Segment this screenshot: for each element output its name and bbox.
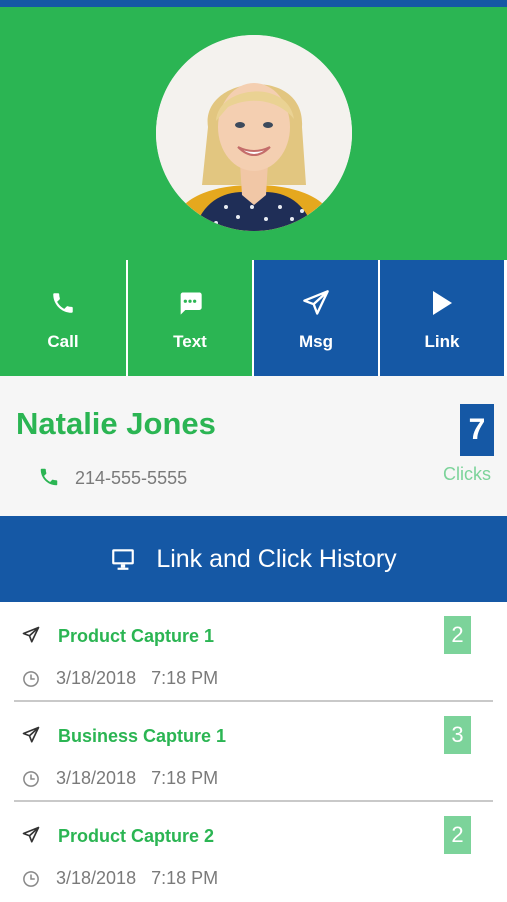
- text-label: Text: [173, 332, 207, 351]
- contact-name: Natalie Jones: [16, 406, 216, 441]
- list-item[interactable]: Product Capture 2 2 3/18/2018 7:18 PM: [14, 802, 493, 902]
- item-count-badge: 3: [444, 716, 471, 754]
- item-title: Business Capture 1: [58, 726, 227, 746]
- item-datetime: 3/18/2018 7:18 PM: [56, 868, 219, 888]
- link-click-history-button[interactable]: Link and Click History: [0, 516, 507, 602]
- link-label: Link: [424, 332, 460, 351]
- paper-plane-icon: [22, 726, 40, 744]
- profile-header: [0, 7, 507, 260]
- item-title: Product Capture 1: [58, 626, 215, 646]
- item-datetime: 3/18/2018 7:18 PM: [56, 768, 219, 788]
- call-label: Call: [47, 332, 79, 351]
- clock-icon: [22, 770, 40, 788]
- msg-button[interactable]: Msg: [252, 260, 378, 376]
- list-item[interactable]: Business Capture 1 3 3/18/2018 7:18 PM: [14, 702, 493, 802]
- history-list: Product Capture 1 2 3/18/2018 7:18 PM Bu…: [0, 602, 507, 902]
- paper-plane-icon: [22, 826, 40, 844]
- text-button[interactable]: Text: [126, 260, 252, 376]
- contact-info-panel: Natalie Jones 214-555-5555 7 Clicks: [0, 376, 507, 516]
- monitor-icon: [110, 546, 136, 572]
- action-bar: Call Text Msg Link: [0, 260, 507, 376]
- item-datetime: 3/18/2018 7:18 PM: [56, 668, 219, 688]
- list-item[interactable]: Product Capture 1 2 3/18/2018 7:18 PM: [14, 602, 493, 702]
- chat-bubble-icon: [175, 288, 205, 318]
- item-count-badge: 2: [444, 816, 471, 854]
- history-title: Link and Click History: [156, 544, 397, 573]
- paper-plane-icon: [22, 626, 40, 644]
- clicks-count-badge: 7: [460, 404, 494, 456]
- paper-plane-icon: [301, 288, 331, 318]
- item-count-badge: 2: [444, 616, 471, 654]
- item-title: Product Capture 2: [58, 826, 215, 846]
- clock-icon: [22, 670, 40, 688]
- avatar-photo: [156, 35, 352, 231]
- msg-label: Msg: [299, 332, 333, 351]
- phone-icon: [38, 466, 60, 488]
- clock-icon: [22, 870, 40, 888]
- contact-phone[interactable]: 214-555-5555: [75, 468, 187, 489]
- play-icon: [427, 288, 457, 318]
- link-button[interactable]: Link: [378, 260, 504, 376]
- call-button[interactable]: Call: [0, 260, 126, 376]
- top-accent-strip: [0, 0, 507, 7]
- phone-icon: [48, 288, 78, 318]
- clicks-label: Clicks: [443, 464, 491, 484]
- avatar: [156, 35, 352, 231]
